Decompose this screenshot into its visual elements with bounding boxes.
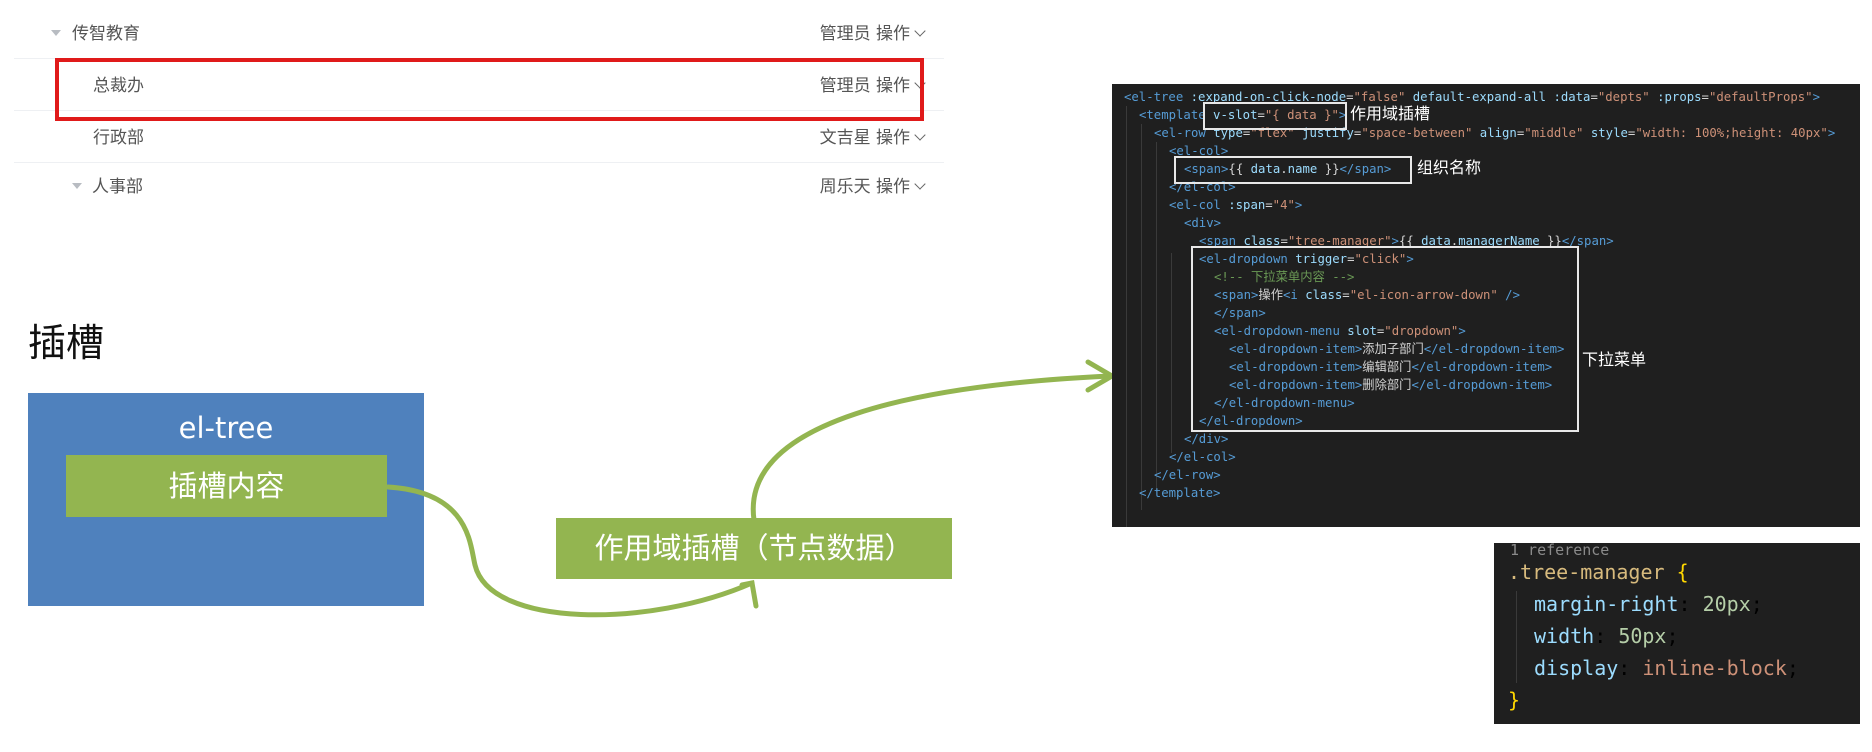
code-line: <el-col :span="4"> (1169, 198, 1303, 212)
css-property: display (1534, 656, 1619, 680)
arrow-slot-to-scoped (385, 484, 755, 618)
css-close-line: } (1508, 685, 1520, 715)
template-code-panel: <el-tree :expand-on-click-node="false" d… (1112, 84, 1860, 527)
indent-guide (1171, 253, 1172, 453)
css-declaration: display: inline-block; (1534, 656, 1799, 680)
code-line: </el-col> (1169, 450, 1236, 464)
indent-guide (1141, 124, 1142, 510)
org-name-note: 组织名称 (1417, 158, 1482, 177)
css-declaration: margin-right: 20px; (1534, 592, 1763, 616)
css-value: 20px (1702, 592, 1751, 616)
dropdown-note: 下拉菜单 (1582, 350, 1647, 369)
indent-guide (1126, 106, 1127, 527)
css-declaration: width: 50px; (1534, 624, 1679, 648)
scoped-slot-callout-box (1203, 102, 1347, 130)
css-value: inline-block (1642, 656, 1787, 680)
code-line: <div> (1184, 216, 1222, 230)
code-line: </div> (1184, 432, 1229, 446)
css-property: margin-right (1534, 592, 1679, 616)
css-property: width (1534, 624, 1595, 648)
css-code-panel: 1 reference .tree-manager { margin-right… (1494, 543, 1860, 724)
indent-guide (1156, 142, 1157, 492)
css-selector-line: .tree-manager { (1508, 557, 1689, 587)
indent-guide (1516, 591, 1517, 683)
scoped-slot-note: 作用域插槽 (1350, 104, 1431, 123)
css-value: 50px (1618, 624, 1667, 648)
close-brace: } (1508, 688, 1521, 712)
arrow-scoped-to-code (750, 373, 1113, 523)
org-name-callout-box (1174, 156, 1412, 184)
dropdown-callout-box (1191, 246, 1579, 432)
open-brace: { (1676, 560, 1689, 584)
code-line: </el-row> (1154, 468, 1221, 482)
code-line: </template> (1139, 486, 1221, 500)
css-selector: .tree-manager (1508, 560, 1665, 584)
